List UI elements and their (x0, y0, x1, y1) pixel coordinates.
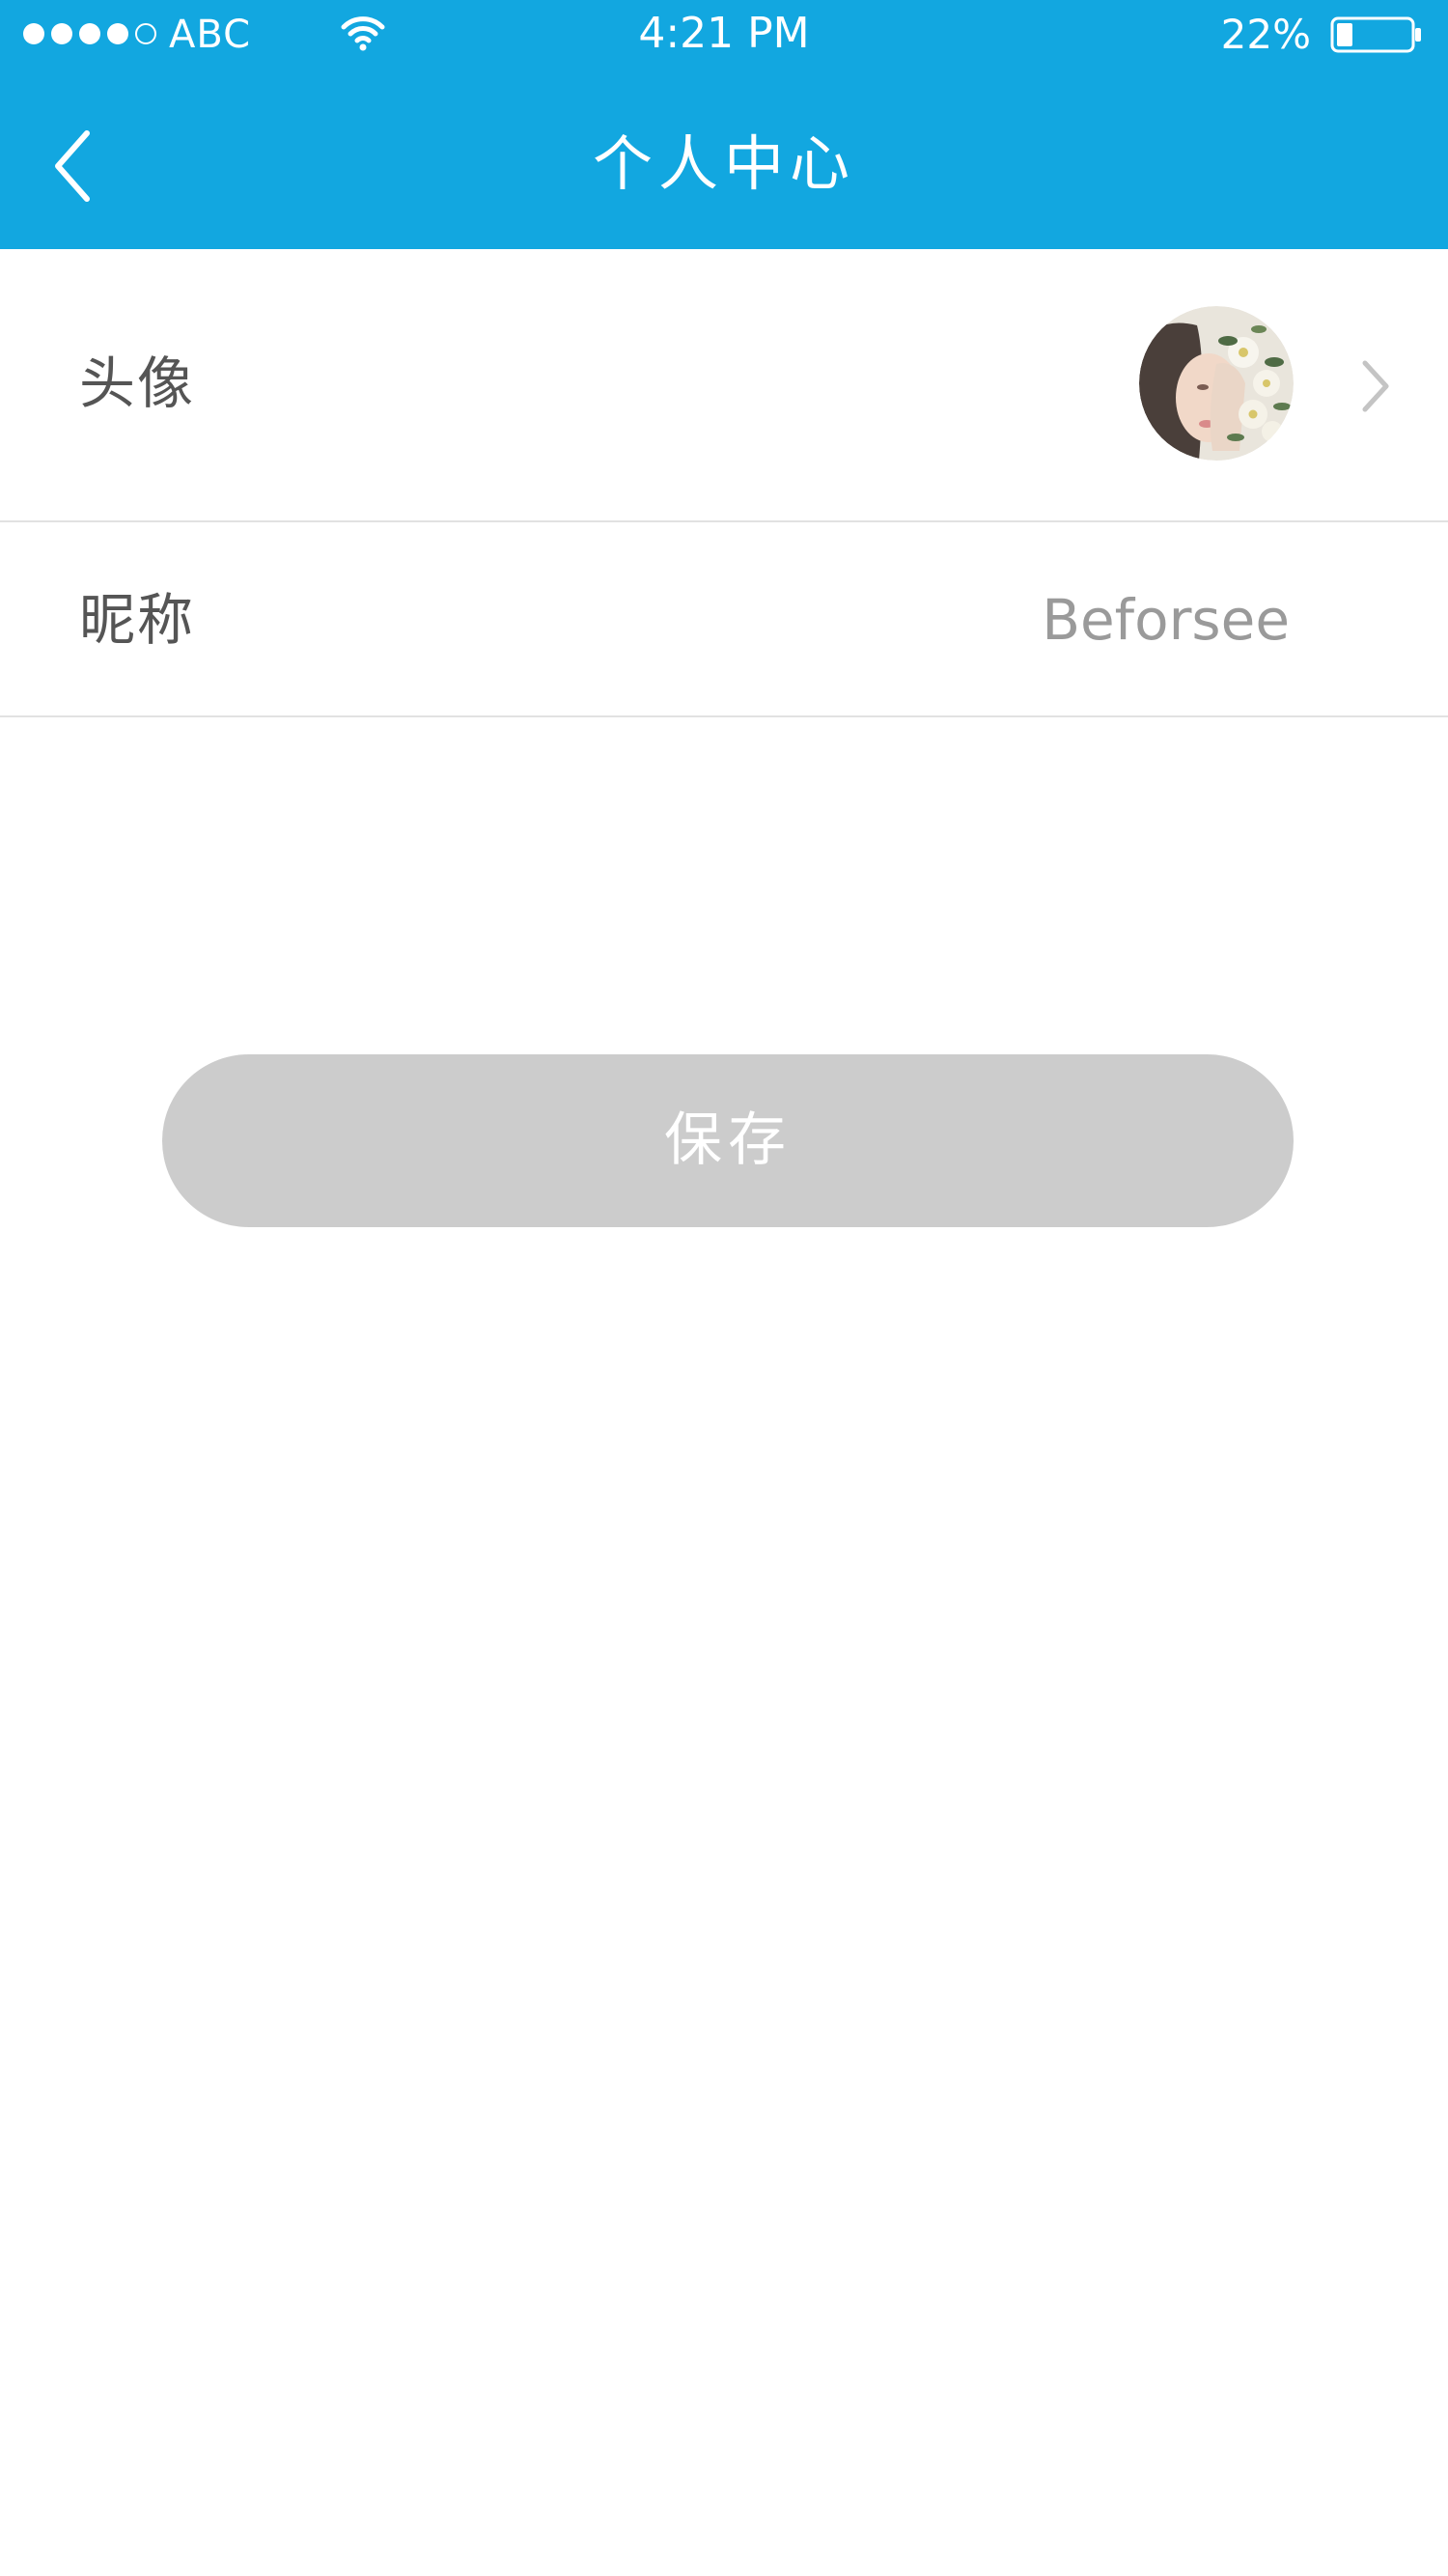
nickname-value[interactable]: Beforsee (1042, 586, 1290, 654)
avatar-label: 头像 (79, 350, 196, 416)
avatar-image (1139, 306, 1294, 461)
nickname-label: 昵称 (79, 587, 196, 653)
header: ABC 4:21 PM 22% 个人中心 (0, 0, 1448, 249)
battery-percentage: 22% (1220, 11, 1311, 58)
avatar[interactable] (1139, 306, 1294, 461)
status-bar: ABC 4:21 PM 22% (0, 0, 1448, 70)
save-button[interactable]: 保存 (162, 1054, 1294, 1227)
nickname-row[interactable]: 昵称 Beforsee (0, 522, 1448, 717)
battery-icon (1330, 16, 1421, 53)
profile-page: ABC 4:21 PM 22% 个人中心 头像 昵称 Beforsee 保存 (0, 0, 1448, 2576)
nav-bar: 个人中心 (0, 70, 1448, 249)
avatar-row[interactable]: 头像 (0, 249, 1448, 522)
page-title: 个人中心 (592, 128, 855, 199)
chevron-right-icon (1362, 360, 1389, 412)
